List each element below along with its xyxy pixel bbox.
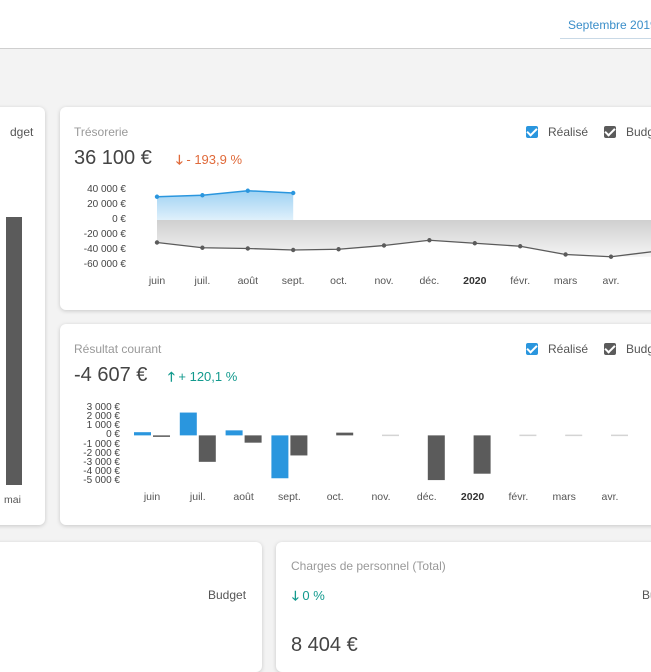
x-tick-label: août: [233, 491, 254, 503]
charges-value: 8 404 €: [291, 634, 358, 656]
budget-bar: [198, 435, 216, 462]
budget-point: [381, 243, 387, 248]
realise-point: [200, 193, 205, 198]
y-tick-label: -5 000 €: [83, 475, 120, 486]
x-tick-label: sept.: [281, 275, 305, 287]
realise-bar: [271, 435, 289, 479]
x-tick-label: févr.: [508, 491, 529, 503]
budget-point: [336, 247, 341, 252]
charges-delta: 🡓 0 %: [292, 588, 325, 603]
budget-bar: [336, 432, 354, 436]
x-tick-label: juin: [143, 491, 161, 503]
x-tick-label: août: [237, 275, 259, 287]
realise-point: [154, 194, 160, 199]
x-tick-label: juin: [148, 275, 166, 287]
budget-point: [518, 244, 523, 249]
realise-area: [157, 190, 294, 220]
budget-point: [563, 252, 568, 257]
y-tick-label: 20 000 €: [87, 199, 126, 210]
budget-bar: [427, 435, 445, 481]
tresorerie-card: Trésorerie Réalisé Budget 36 100 € 🡓 - 1…: [60, 107, 651, 310]
budget-bar: [473, 435, 491, 474]
top-bar: Septembre 2019: [0, 0, 651, 49]
x-tick-label: oct.: [326, 491, 344, 503]
x-tick-label: juil.: [194, 275, 211, 287]
budget-point: [608, 254, 614, 259]
budget-bar: [565, 434, 583, 437]
realise-point: [291, 190, 296, 196]
budget-point: [245, 246, 250, 251]
left-card-bar: [6, 217, 22, 485]
realise-bar: [134, 432, 151, 436]
bottom-left-card: Budget: [0, 542, 262, 672]
y-tick-label: 0 €: [112, 214, 126, 225]
period-underline: [560, 38, 651, 39]
charges-title: Charges de personnel (Total): [291, 559, 446, 573]
budget-point: [154, 240, 160, 245]
budget-area: [157, 220, 651, 257]
left-card: dget mai: [0, 107, 45, 525]
x-tick-label: déc.: [419, 275, 440, 287]
x-tick-label: mars: [553, 275, 578, 287]
left-card-title: dget: [10, 125, 34, 139]
x-tick-label: sept.: [278, 491, 301, 503]
budget-bar: [611, 434, 628, 437]
x-tick-label: mars: [552, 491, 576, 503]
x-tick-label: 2020: [460, 491, 485, 503]
budget-bar: [290, 435, 308, 456]
realise-bar: [179, 412, 197, 436]
x-tick-label: avr.: [601, 491, 619, 503]
budget-point: [472, 241, 477, 246]
x-tick-label: oct.: [330, 275, 348, 287]
x-tick-label: déc.: [416, 491, 437, 503]
x-tick-label: févr.: [510, 275, 531, 287]
resultat-card: Résultat courant Réalisé Budget -4 607 €…: [60, 324, 651, 525]
period-selector[interactable]: Septembre 2019: [568, 18, 651, 32]
x-tick-label: 2020: [463, 275, 487, 287]
y-tick-label: 40 000 €: [87, 184, 126, 195]
x-tick-label: juil.: [189, 491, 206, 503]
x-tick-label: avr.: [602, 275, 620, 287]
budget-bar: [382, 434, 399, 437]
x-tick-label: nov.: [374, 275, 394, 287]
bottom-left-budget-label: Budget: [208, 588, 247, 602]
charges-budget-label: Bu: [642, 588, 651, 602]
left-card-xlabel: mai: [4, 494, 21, 506]
budget-point: [200, 245, 205, 250]
y-tick-label: -60 000 €: [83, 259, 126, 270]
realise-bar: [225, 430, 243, 436]
realise-point: [245, 188, 250, 193]
x-tick-label: nov.: [371, 491, 391, 503]
charges-card: Charges de personnel (Total) 🡓 0 % Bu 8 …: [276, 542, 651, 672]
budget-bar: [519, 434, 537, 437]
budget-bar: [244, 435, 262, 443]
y-tick-label: -40 000 €: [83, 244, 126, 255]
y-tick-label: -20 000 €: [83, 229, 126, 240]
budget-point: [427, 238, 432, 243]
arrow-down-icon: 🡓: [292, 588, 299, 603]
budget-point: [291, 247, 296, 253]
budget-bar: [153, 435, 170, 437]
